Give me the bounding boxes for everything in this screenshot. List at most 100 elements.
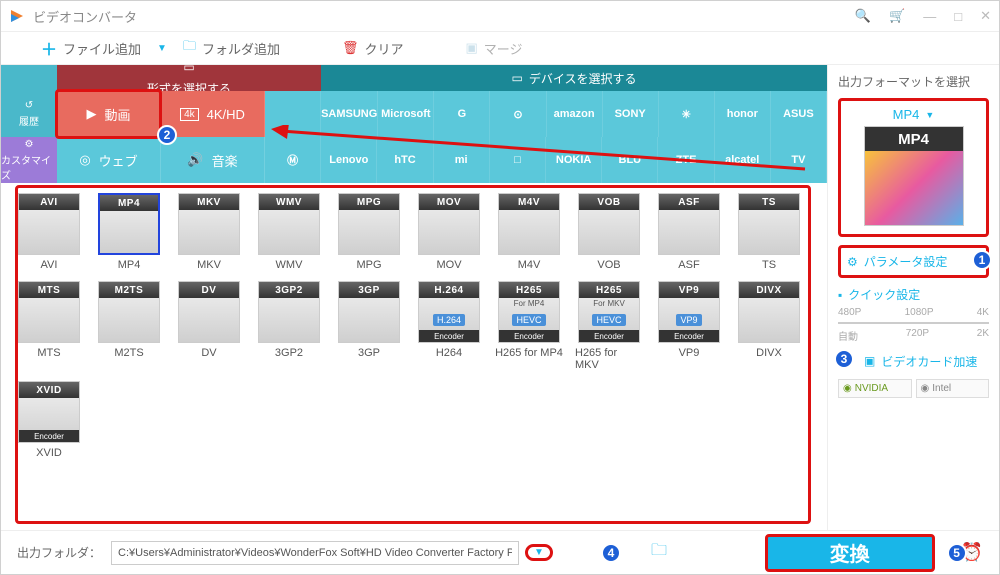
format-label: DIVX [756,347,782,359]
tab-device[interactable]: ▭デバイスを選択する [321,65,827,91]
annotation-badge-3: 3 [834,349,854,369]
format-body [499,210,559,254]
gpu-nvidia-button[interactable]: ◉NVIDIA [838,379,912,398]
add-file-button[interactable]: ＋ファイル追加 [31,32,151,64]
folder-plus-icon: 🗀 [183,37,196,59]
convert-button[interactable]: 変換 [765,534,935,572]
format-header: MTS [19,282,79,298]
search-icon[interactable]: 🔍 [855,8,871,24]
format-xvid[interactable]: XVIDEncoderXVID [15,381,83,459]
format-avi[interactable]: AVIAVI [15,193,83,271]
brand-cell[interactable]: ✳ [659,91,715,137]
format-m4v[interactable]: M4VM4V [495,193,563,271]
sidebar-history[interactable]: ↺履歴 [1,91,57,137]
category-audio[interactable]: 🔊音楽 [161,137,265,183]
brand-cell[interactable]: SAMSUNG [321,91,378,137]
format-dv[interactable]: DVDV [175,281,243,371]
category-web[interactable]: ◎ウェブ [57,137,161,183]
gpu-accel-toggle[interactable]: 3 ▣ ビデオカード加速 [838,351,989,371]
format-3gp[interactable]: 3GP3GP [335,281,403,371]
format-label: WMV [276,259,303,271]
format-vp9[interactable]: VP9VP9EncoderVP9 [655,281,723,371]
quality-slider[interactable] [838,322,989,324]
browse-folder-button[interactable]: 🗀 [651,539,667,566]
brand-cell[interactable]: amazon [547,91,603,137]
gpu-nvidia-label: NVIDIA [855,383,888,394]
format-header: XVID [19,382,79,398]
format-label: MOV [436,259,461,271]
brand-cell[interactable]: □ [490,137,546,183]
format-vob[interactable]: VOBVOB [575,193,643,271]
format-tab-icon: ▭ [183,60,194,74]
format-3gp2[interactable]: 3GP23GP2 [255,281,323,371]
output-format-thumb: MP4 [864,126,964,226]
merge-button[interactable]: ▣マージ [456,35,533,62]
customize-icon: ⚙ [25,139,34,150]
format-ts[interactable]: TSTS [735,193,803,271]
format-h265-for-mp4[interactable]: For MP4H265HEVCEncoderH265 for MP4 [495,281,563,371]
category-4k[interactable]: 4k4K/HD [161,91,265,137]
brand-cell[interactable] [265,91,321,137]
minimize-button[interactable]: — [923,9,936,24]
brand-cell[interactable]: G [434,91,490,137]
brand-cell[interactable]: SONY [603,91,659,137]
add-folder-button[interactable]: 🗀フォルダ追加 [173,33,290,63]
add-file-dropdown-icon[interactable]: ▼ [157,43,167,54]
close-button[interactable]: ✕ [980,8,991,24]
format-mp4[interactable]: MP4MP4 [95,193,163,271]
format-header: VOB [579,194,639,210]
brand-cell[interactable]: ⊙ [490,91,546,137]
output-path-input[interactable] [111,541,519,565]
format-divx[interactable]: DIVXDIVX [735,281,803,371]
gpu-intel-button[interactable]: ◉Intel [916,379,990,398]
brand-cell[interactable]: Microsoft [378,91,434,137]
brand-cell[interactable]: TV [771,137,827,183]
format-mpg[interactable]: MPG MPG [335,193,403,271]
tab-format[interactable]: ▭形式を選択する [57,65,321,91]
sidebar-customize[interactable]: ⚙ カスタマイズ [1,137,57,183]
format-header: 3GP [339,282,399,298]
format-mov[interactable]: MOVMOV [415,193,483,271]
brand-cell[interactable]: ZTE [658,137,714,183]
play-icon: ▶ [86,106,96,122]
format-header: H.264 [419,282,479,298]
format-h264[interactable]: H.264H.264EncoderH264 [415,281,483,371]
brand-cell[interactable]: hTC [377,137,433,183]
format-label: ASF [678,259,699,271]
format-mts[interactable]: MTSMTS [15,281,83,371]
format-body [259,298,319,342]
format-h265-for-mkv[interactable]: For MKVH265HEVCEncoderH265 for MKV [575,281,643,371]
brand-cell[interactable]: alcatel [715,137,771,183]
clear-button[interactable]: 🗑クリア [332,35,414,62]
format-grid-area: AVIAVIMP4MP4MKVMKV WMV WMV MPG MPG MOVMOVM4VM… [1,183,827,530]
fourk-icon: 4k [180,108,199,121]
format-mkv[interactable]: MKVMKV [175,193,243,271]
brand-cell[interactable]: ASUS [771,91,827,137]
format-header: M2TS [99,282,159,298]
category-video[interactable]: ▶動画 [57,91,161,137]
format-header: MPG [339,194,399,210]
brand-cell[interactable]: mi [434,137,490,183]
format-asf[interactable]: ASFASF [655,193,723,271]
category-web-label: ウェブ [99,151,138,170]
brand-cell[interactable]: honor [715,91,771,137]
brand-cell[interactable]: BLU [602,137,658,183]
format-body [579,210,639,254]
brand-cell[interactable]: Lenovo [321,137,377,183]
format-m2ts[interactable]: M2TSM2TS [95,281,163,371]
brand-cell[interactable]: NOKIA [546,137,602,183]
brand-cell[interactable]: Ⓜ [265,137,321,183]
maximize-button[interactable]: □ [954,9,962,24]
format-label: MPG [356,259,381,271]
customize-label: カスタマイズ [1,152,57,182]
format-header: WMV [259,194,319,210]
format-wmv[interactable]: WMV WMV [255,193,323,271]
annotation-badge-1: 1 [972,250,992,270]
output-path-dropdown[interactable]: ▼ [525,544,553,561]
sliders-icon: ⚙ [847,255,858,269]
chevron-down-icon: ▼ [925,110,934,120]
format-body [739,298,799,342]
parameter-settings-button[interactable]: ⚙ パラメータ設定 1 [838,245,989,278]
cart-icon[interactable]: 🛒 [889,8,905,24]
output-format-preview[interactable]: MP4▼ MP4 [838,98,989,237]
